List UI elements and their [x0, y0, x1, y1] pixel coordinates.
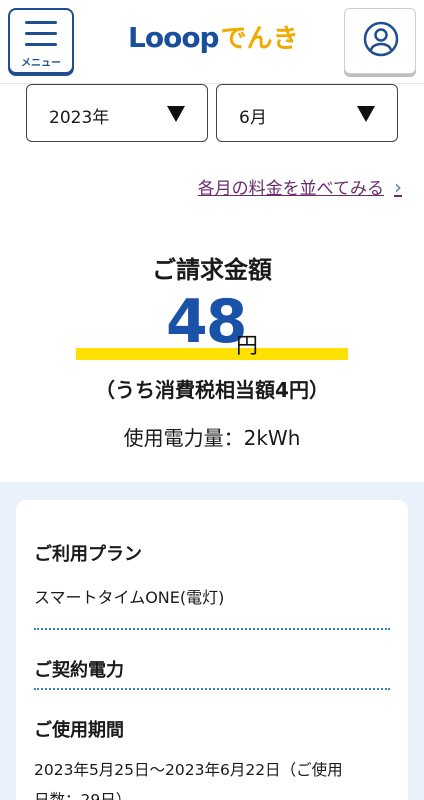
usage-amount: 使用電力量：2kWh [123, 426, 301, 450]
tax-note: （うち消費税相当額4円） [95, 378, 329, 402]
details-card: ご利用プラン スマートタイムONE(電灯) ご契約電力 ご使用期間 2023年5… [16, 500, 408, 800]
divider [34, 688, 390, 690]
amount-unit: 円 [236, 334, 259, 359]
contract-heading: ご契約電力 [34, 660, 124, 681]
month-value: 6月 [239, 108, 267, 128]
month-select[interactable]: 6月 [216, 84, 398, 142]
chevron-right-icon: › [394, 174, 402, 199]
hamburger-icon [25, 21, 57, 47]
account-button[interactable] [344, 8, 416, 74]
period-line-2: 日数：29日） [34, 791, 132, 800]
year-value: 2023年 [49, 108, 110, 128]
period-line-1: 2023年5月25日～2023年6月22日（ご使用 [34, 761, 343, 779]
period-heading: ご使用期間 [34, 720, 124, 741]
details-panel: ご利用プラン スマートタイムONE(電灯) ご契約電力 ご使用期間 2023年5… [0, 482, 424, 800]
app-header: メニュー Looop でんき [0, 0, 424, 84]
plan-value: スマートタイムONE(電灯) [34, 588, 225, 607]
plan-heading: ご利用プラン [34, 544, 142, 565]
brand-logo[interactable]: Looop でんき [128, 18, 299, 58]
compare-link-text: 各月の料金を並べてみる [197, 179, 384, 199]
menu-button[interactable]: メニュー [8, 8, 74, 74]
dropdown-triangle-icon [167, 106, 185, 122]
bill-title: ご請求金額 [152, 256, 272, 284]
user-icon [363, 21, 399, 57]
year-select[interactable]: 2023年 [26, 84, 208, 142]
compare-months-link[interactable]: 各月の料金を並べてみる › [197, 174, 402, 200]
logo-primary: Looop [128, 21, 220, 54]
dropdown-triangle-icon [357, 106, 375, 122]
bill-amount: 48 円 [76, 287, 348, 360]
amount-number: 48 [166, 287, 247, 357]
menu-label: メニュー [21, 58, 61, 69]
divider [34, 628, 390, 630]
logo-secondary: でんき [220, 24, 299, 54]
